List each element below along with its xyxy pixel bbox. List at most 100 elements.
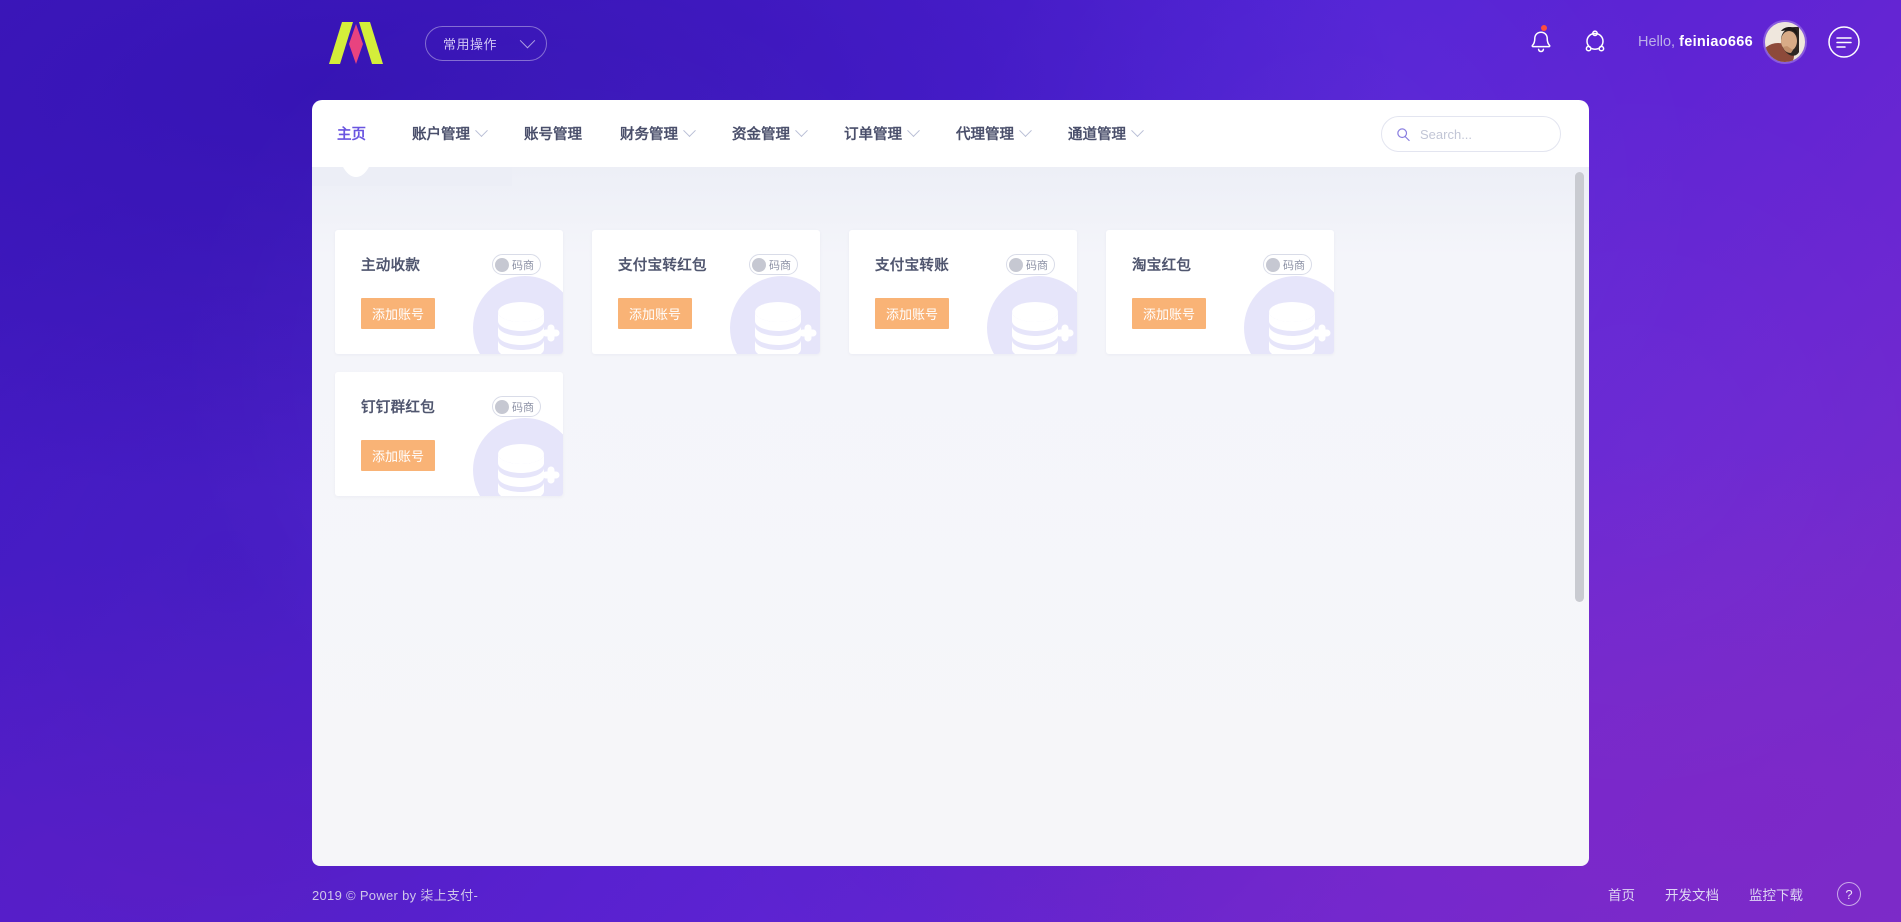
coins-add-icon [473,418,563,496]
nav-label: 账户管理 [412,127,470,143]
hamburger-menu-button[interactable] [1827,25,1861,59]
nav-label: 通道管理 [1068,127,1126,143]
search-icon [1397,127,1410,141]
coins-add-icon [1244,276,1334,354]
footer-link-jiankongxiazai[interactable]: 监控下载 [1749,884,1803,904]
notifications-button[interactable] [1514,15,1568,69]
card-title: 主动收款 [361,258,421,274]
page-footer: 2019 © Power by 柒上支付- 首页 开发文档 监控下载 ? [0,866,1901,922]
coins-add-icon [730,276,820,354]
avatar-image [1765,22,1805,62]
toggle-label: 码商 [1283,259,1305,272]
content-area: 主动收款 码商 添加账号 钉钉群红包 码商 添加账号 支付宝转红包 码商 添加账… [312,158,1589,866]
toggle-label: 码商 [512,401,534,414]
card-column: 支付宝转账 码商 添加账号 [849,230,1077,354]
add-account-button[interactable]: 添加账号 [875,298,949,329]
chevron-down-icon [907,124,920,138]
greeting-text: Hello, [1637,34,1676,50]
card-title: 支付宝转红包 [618,258,707,274]
card-header: 淘宝红包 码商 [1132,254,1312,275]
footer-link-kaifawendang[interactable]: 开发文档 [1665,884,1719,904]
card-zhifubaozhuanhongbao: 支付宝转红包 码商 添加账号 [592,230,820,354]
search-input[interactable] [1420,126,1540,142]
card-header: 钉钉群红包 码商 [361,396,541,417]
nav-label: 资金管理 [732,127,790,143]
chevron-down-icon [1019,124,1032,138]
chevron-down-icon [1131,124,1144,138]
chevron-down-icon [519,32,536,49]
cards-grid: 主动收款 码商 添加账号 钉钉群红包 码商 添加账号 支付宝转红包 码商 添加账… [335,230,1549,496]
footer-link-shouye[interactable]: 首页 [1608,884,1635,904]
toggle-mashang[interactable]: 码商 [1006,254,1055,275]
card-header: 支付宝转红包 码商 [618,254,798,275]
nav-item-dingdanguanli[interactable]: 订单管理 [844,123,920,144]
nav-label: 主页 [337,127,366,143]
toggle-label: 码商 [512,259,534,272]
add-account-button[interactable]: 添加账号 [361,440,435,471]
notification-badge-dot [1540,25,1547,31]
nav-label: 财务管理 [620,127,678,143]
toggle-mashang[interactable]: 码商 [749,254,798,275]
nav-item-zijinguanli[interactable]: 资金管理 [732,123,808,144]
chevron-down-icon [683,124,696,138]
nav-item-tongdaoguanli[interactable]: 通道管理 [1068,123,1144,144]
toggle-label: 码商 [1026,259,1048,272]
nav-item-caiwuguanli[interactable]: 财务管理 [620,123,696,144]
main-panel: 主动收款 码商 添加账号 钉钉群红包 码商 添加账号 支付宝转红包 码商 添加账… [312,100,1589,866]
copyright-text: 2019 © Power by 柒上支付- [312,887,479,903]
card-column: 淘宝红包 码商 添加账号 [1106,230,1334,354]
card-header: 支付宝转账 码商 [875,254,1055,275]
search-box[interactable] [1381,116,1561,152]
quick-action-dropdown[interactable]: 常用操作 [425,26,547,61]
card-header: 主动收款 码商 [361,254,541,275]
main-navigation: 主页 账户管理 账号管理 财务管理 资金管理 订单管理 代理管理 通道管理 [312,100,1589,167]
card-column: 支付宝转红包 码商 添加账号 [592,230,820,354]
share-network-button[interactable] [1568,15,1622,69]
brand-logo-m-icon [329,22,383,64]
add-account-button[interactable]: 添加账号 [618,298,692,329]
toggle-knob [495,399,509,414]
nav-label: 订单管理 [844,127,902,143]
coins-add-icon [473,276,563,354]
nav-item-zhuye[interactable]: 主页 [337,123,366,144]
top-header: 常用操作 Hello, feiniao666 [0,0,1901,84]
vertical-scrollbar-thumb[interactable] [1575,172,1584,602]
toggle-mashang[interactable]: 码商 [1263,254,1312,275]
brand-logo-m[interactable] [325,22,387,64]
avatar[interactable] [1765,22,1805,62]
card-dingdingqunhongbao: 钉钉群红包 码商 添加账号 [335,372,563,496]
card-column: 主动收款 码商 添加账号 钉钉群红包 码商 添加账号 [335,230,563,496]
help-button[interactable]: ? [1837,882,1861,906]
card-taobaohongbao: 淘宝红包 码商 添加账号 [1106,230,1334,354]
nav-item-dailiguanli[interactable]: 代理管理 [956,123,1032,144]
user-greeting: Hello, feiniao666 [1638,34,1753,50]
toggle-knob [752,257,766,272]
toggle-mashang[interactable]: 码商 [492,254,541,275]
bell-icon [1531,31,1551,53]
toggle-knob [1266,257,1280,272]
add-account-button[interactable]: 添加账号 [361,298,435,329]
username-text: feiniao666 [1679,34,1753,50]
chevron-down-icon [795,124,808,138]
card-title: 支付宝转账 [875,258,949,274]
nav-item-zhanghaoguanli[interactable]: 账号管理 [524,123,582,144]
hamburger-menu-icon [1828,26,1860,58]
card-title: 淘宝红包 [1132,258,1192,274]
nav-item-zhanghuguanli[interactable]: 账户管理 [412,123,488,144]
header-right-group: Hello, feiniao666 [1514,0,1861,84]
footer-links: 首页 开发文档 监控下载 ? [1608,882,1861,906]
chevron-down-icon [475,124,488,138]
toggle-label: 码商 [769,259,791,272]
quick-action-label: 常用操作 [443,37,498,52]
toggle-knob [495,257,509,272]
toggle-knob [1009,257,1023,272]
share-network-icon [1585,30,1605,52]
card-zhudongshoukuan: 主动收款 码商 添加账号 [335,230,563,354]
add-account-button[interactable]: 添加账号 [1132,298,1206,329]
nav-label: 账号管理 [524,127,582,143]
nav-label: 代理管理 [956,127,1014,143]
coins-add-icon [987,276,1077,354]
card-zhifubaozhuanzhang: 支付宝转账 码商 添加账号 [849,230,1077,354]
toggle-mashang[interactable]: 码商 [492,396,541,417]
card-title: 钉钉群红包 [361,400,435,416]
